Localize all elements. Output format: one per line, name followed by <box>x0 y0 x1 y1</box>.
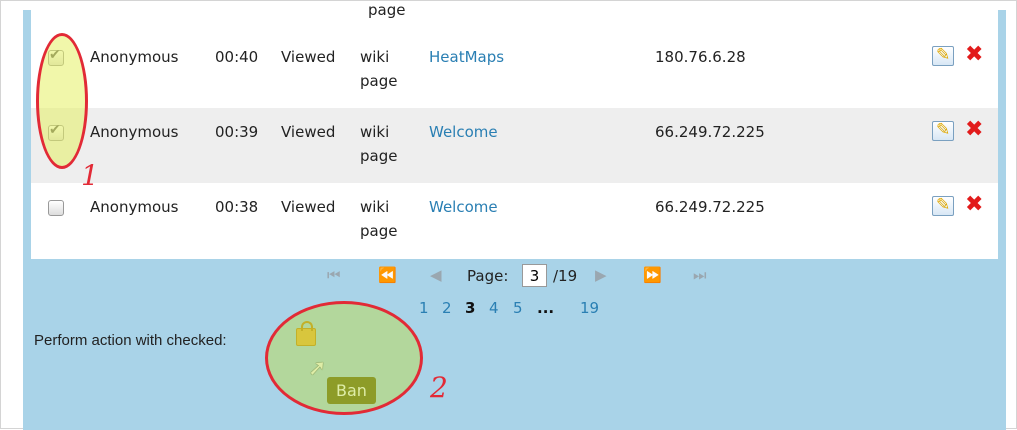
action-cell: Viewed <box>281 48 336 66</box>
edit-icon[interactable] <box>932 45 954 66</box>
page-link-4[interactable]: 4 <box>489 299 499 317</box>
time-cell: 00:38 <box>215 198 259 216</box>
page-link-1[interactable]: 1 <box>419 299 429 317</box>
page-frame: page Anonymous 00:40 Viewed wiki page He… <box>0 0 1017 430</box>
object-cell: wiki page <box>360 123 398 165</box>
action-cell: Viewed <box>281 198 336 216</box>
first-page-icon[interactable]: ⏮ <box>327 266 341 284</box>
user-cell: Anonymous <box>90 198 179 216</box>
page-total: /19 <box>553 267 578 285</box>
page-number-input[interactable] <box>522 264 547 287</box>
time-cell: 00:39 <box>215 123 259 141</box>
next-page-icon[interactable]: ▶ <box>595 266 607 284</box>
ip-cell: 180.76.6.28 <box>655 48 746 66</box>
fast-forward-icon[interactable]: ⏩ <box>643 266 662 284</box>
page-link-19[interactable]: 19 <box>580 299 599 317</box>
delete-icon[interactable]: ✖ <box>965 42 983 67</box>
fast-back-icon[interactable]: ⏪ <box>378 266 397 284</box>
edit-icon[interactable] <box>932 195 954 216</box>
ip-cell: 66.249.72.225 <box>655 123 765 141</box>
last-page-icon[interactable]: ⏭ <box>693 266 707 284</box>
ip-cell: 66.249.72.225 <box>655 198 765 216</box>
user-cell: Anonymous <box>90 48 179 66</box>
annotation-highlight-2 <box>265 301 423 415</box>
delete-icon[interactable]: ✖ <box>965 117 983 142</box>
delete-icon[interactable]: ✖ <box>965 192 983 217</box>
page-ellipsis: ... <box>537 299 555 317</box>
prev-page-icon[interactable]: ◀ <box>430 266 442 284</box>
content-panel: page Anonymous 00:40 Viewed wiki page He… <box>23 2 1006 430</box>
row-checkbox[interactable] <box>48 200 64 216</box>
page-link-5[interactable]: 5 <box>513 299 523 317</box>
edit-icon[interactable] <box>932 120 954 141</box>
partial-row-text: page <box>368 1 406 19</box>
page-link-2[interactable]: 2 <box>442 299 452 317</box>
annotation-highlight-1 <box>36 33 88 169</box>
page-label: Page: <box>467 267 509 285</box>
table-row: Anonymous 00:40 Viewed wiki page HeatMap… <box>31 33 998 108</box>
action-cell: Viewed <box>281 123 336 141</box>
page-current: 3 <box>465 299 476 317</box>
annotation-label-2: 2 <box>430 371 448 404</box>
log-table: page Anonymous 00:40 Viewed wiki page He… <box>31 2 998 259</box>
table-row: Anonymous 00:38 Viewed wiki page Welcome… <box>31 183 998 258</box>
user-cell: Anonymous <box>90 123 179 141</box>
object-cell: wiki page <box>360 48 398 90</box>
bulk-action-label: Perform action with checked: <box>34 332 227 349</box>
table-row: Anonymous 00:39 Viewed wiki page Welcome… <box>31 108 998 183</box>
page-link[interactable]: Welcome <box>429 120 498 144</box>
page-link[interactable]: Welcome <box>429 195 498 219</box>
time-cell: 00:40 <box>215 48 259 66</box>
annotation-label-1: 1 <box>81 159 99 192</box>
page-link[interactable]: HeatMaps <box>429 45 504 69</box>
object-cell: wiki page <box>360 198 398 240</box>
